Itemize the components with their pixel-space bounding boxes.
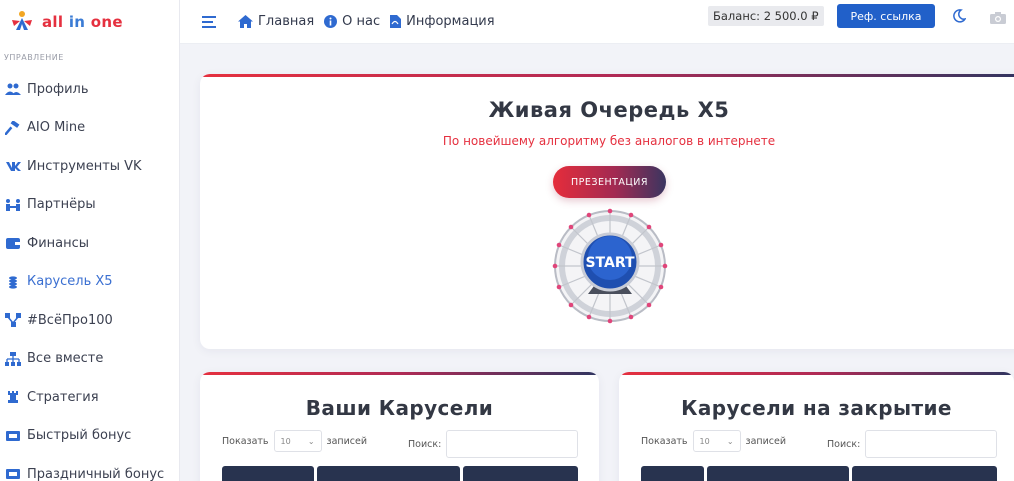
home-icon (238, 15, 253, 28)
hero-title: Живая Очередь X5 (488, 98, 730, 122)
balance-display: Баланс: 2 500.0 ₽ (708, 6, 824, 26)
entries-select[interactable]: 10 ⌄ (692, 430, 741, 452)
sidebar-item-all-together[interactable]: Все вместе (0, 340, 179, 379)
sidebar-section-label: УПРАВЛЕНИЕ (4, 53, 64, 62)
entries-label: записей (326, 435, 368, 447)
sidebar-item-vk-tools[interactable]: Инструменты VK (0, 147, 179, 186)
start-label: START (585, 255, 635, 271)
logo-word-one: one (90, 13, 123, 31)
info-icon (324, 15, 338, 28)
table-header-cell[interactable] (852, 466, 997, 481)
start-wheel-button[interactable]: START (552, 208, 668, 324)
sidebar-item-strategy[interactable]: Стратегия (0, 378, 179, 417)
sidebar-item-holiday-bonus[interactable]: Праздничный бонус (0, 455, 179, 481)
moon-icon[interactable] (952, 8, 967, 27)
sidebar-item-label: Инструменты VK (27, 158, 142, 174)
sidebar-item-partners[interactable]: Партнёры (0, 186, 179, 225)
ref-link-button[interactable]: Реф. ссылка (837, 4, 935, 28)
hero-card: Живая Очередь X5 По новейшему алгоритму … (200, 74, 1014, 349)
card-title: Ваши Карусели (305, 396, 494, 420)
entries-control: Показать 10 ⌄ записей (641, 430, 786, 452)
nav-link-label: Информация (406, 14, 495, 29)
nav-link-label: Главная (258, 14, 315, 29)
table-header-cell[interactable] (317, 466, 460, 481)
hero-subtitle: По новейшему алгоритму без аналогов в ин… (442, 134, 776, 148)
wallet-icon (4, 236, 21, 250)
network-icon (4, 313, 21, 328)
chevron-down-icon: ⌄ (726, 436, 734, 446)
sidebar-item-label: Стратегия (27, 389, 99, 405)
chess-rook-icon (4, 390, 21, 404)
nav-link-label: О нас (342, 14, 381, 29)
search-input[interactable] (446, 430, 579, 458)
topbar: Главная О нас Информация Баланс: 2 500.0… (180, 0, 1014, 44)
sidebar-item-label: Карусель X5 (27, 274, 113, 290)
sidebar-item-profile[interactable]: Профиль (0, 70, 179, 109)
file-pdf-icon (390, 15, 402, 28)
logo[interactable]: all in one (0, 0, 179, 44)
nav-link-home[interactable]: Главная (238, 14, 314, 29)
top-nav: Главная О нас Информация (238, 14, 505, 29)
closing-carousels-card: Карусели на закрытие Показать 10 ⌄ запис… (619, 372, 1014, 481)
show-label: Показать (222, 435, 269, 447)
logo-text: all in one (42, 13, 123, 31)
sidebar-item-label: Партнёры (27, 197, 96, 213)
sidebar-item-label: #ВсёПро100 (27, 312, 113, 328)
coins-icon (4, 275, 21, 289)
table-header-cell[interactable] (707, 466, 849, 481)
search-label: Поиск: (408, 438, 442, 450)
sidebar-item-label: Финансы (27, 235, 90, 251)
ticket-icon (4, 429, 21, 443)
show-label: Показать (641, 435, 688, 447)
table-header-cell[interactable] (641, 466, 704, 481)
sidebar: all in one УПРАВЛЕНИЕ Профиль AIO Mine И… (0, 0, 180, 481)
entries-select[interactable]: 10 ⌄ (273, 430, 322, 452)
sidebar-item-aio-mine[interactable]: AIO Mine (0, 109, 179, 148)
sidebar-menu: Профиль AIO Mine Инструменты VK Партнёры… (0, 70, 179, 481)
nav-link-about[interactable]: О нас (324, 14, 380, 29)
camera-icon[interactable] (990, 9, 1006, 28)
your-carousels-card: Ваши Карусели Показать 10 ⌄ записей Поис… (200, 372, 599, 481)
sidebar-item-fast-bonus[interactable]: Быстрый бонус (0, 417, 179, 456)
table-header-cell[interactable] (222, 466, 314, 481)
card-title: Карусели на закрытие (681, 396, 952, 420)
sidebar-item-label: Профиль (27, 81, 89, 97)
entries-select-value: 10 (699, 436, 710, 446)
entries-select-value: 10 (280, 436, 291, 446)
presentation-button[interactable]: ПРЕЗЕНТАЦИЯ (553, 166, 666, 198)
chevron-down-icon: ⌄ (307, 436, 315, 446)
vk-icon (4, 159, 21, 173)
sidebar-item-label: Быстрый бонус (27, 428, 132, 444)
sidebar-item-carousel-x5[interactable]: Карусель X5 (0, 263, 179, 302)
users-icon (4, 82, 21, 96)
sitemap-icon (4, 351, 21, 366)
sidebar-item-label: Праздничный бонус (27, 466, 165, 481)
entries-control: Показать 10 ⌄ записей (222, 430, 367, 452)
logo-word-all: all (42, 13, 64, 31)
sidebar-item-label: Все вместе (27, 351, 104, 367)
table-header-cell[interactable] (463, 466, 578, 481)
menu-toggle-icon[interactable] (202, 15, 216, 28)
sidebar-item-label: AIO Mine (27, 120, 86, 136)
ticket-icon (4, 467, 21, 481)
hammer-icon (4, 120, 21, 135)
search-label: Поиск: (827, 438, 861, 450)
logo-icon (8, 8, 36, 36)
partners-icon (4, 198, 21, 212)
search-control: Поиск: (827, 430, 998, 458)
logo-word-in: in (68, 13, 86, 31)
entries-label: записей (745, 435, 787, 447)
search-control: Поиск: (408, 430, 579, 458)
nav-link-info[interactable]: Информация (390, 14, 495, 29)
sidebar-item-finance[interactable]: Финансы (0, 224, 179, 263)
sidebar-item-vsepro100[interactable]: #ВсёПро100 (0, 301, 179, 340)
search-input[interactable] (865, 430, 998, 458)
